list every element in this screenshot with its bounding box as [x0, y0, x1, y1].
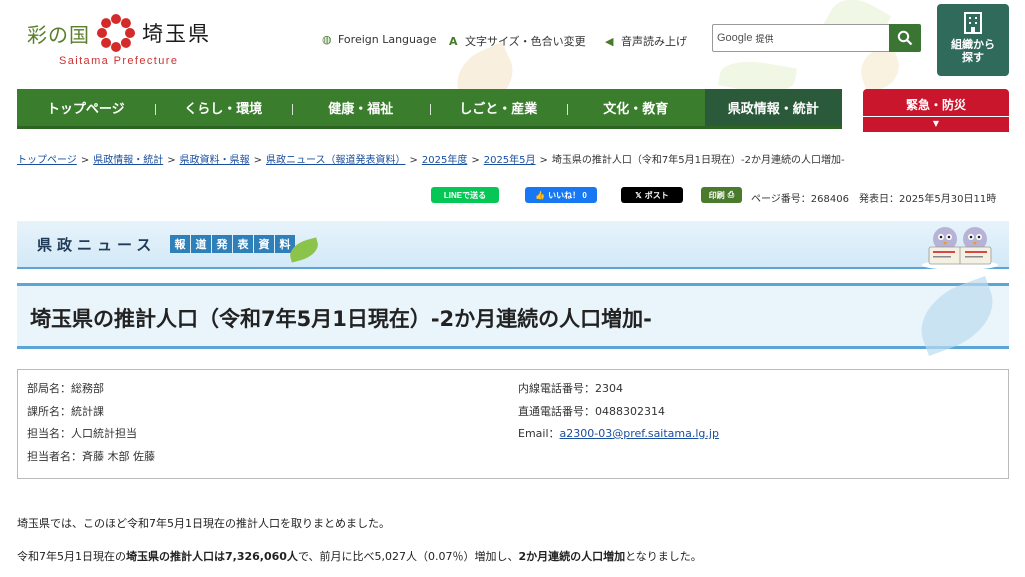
emergency-disaster-button[interactable]: 緊急・防災 ▼ [863, 89, 1009, 132]
print-icon: ⎙ [727, 190, 735, 199]
nav-top[interactable]: トップページ [17, 89, 155, 126]
text-size-color-link[interactable]: A 文字サイズ・色合い変更 [449, 33, 586, 49]
breadcrumb-link[interactable]: 県政ニュース（報道発表資料） [266, 155, 406, 166]
summary-text: となりました。 [625, 550, 702, 563]
foreign-language-label: Foreign Language [338, 33, 437, 46]
nav-health-welfare[interactable]: 健康・福祉 [292, 89, 430, 126]
site-logo[interactable]: 彩の国 埼玉県 Saitama Prefecture [27, 11, 227, 73]
breadcrumb-current: 埼玉県の推計人口（令和7年5月1日現在）-2か月連続の人口増加- [551, 155, 845, 166]
search-placeholder: 提供 [755, 34, 774, 45]
globe-icon: ◍ [322, 33, 332, 46]
extension-phone-text: 内線電話番号：2304 [518, 382, 623, 395]
saitama-emblem-icon [97, 14, 135, 52]
breadcrumb-link[interactable]: 県政情報・統計 [93, 155, 163, 166]
email-row: Email：a2300-03@pref.saitama.lg.jp [518, 423, 719, 446]
foreign-language-link[interactable]: ◍ Foreign Language [322, 33, 437, 46]
search-button[interactable] [889, 24, 921, 52]
text-size-color-label: 文字サイズ・色合い変更 [465, 35, 586, 48]
building-icon [964, 12, 982, 34]
search-icon [897, 30, 913, 46]
line-share-button[interactable]: LINEで送る [431, 187, 499, 203]
line-share-label: LINEで送る [443, 190, 487, 200]
breadcrumb-link[interactable]: 2025年度 [422, 155, 467, 166]
intro-paragraph: 埼玉県では、このほど令和7年5月1日現在の推計人口を取りまとめました。 [17, 517, 390, 530]
org-button-line1: 組織から [951, 38, 995, 51]
speaker-icon: ◀ [605, 34, 614, 48]
breadcrumb: トップページ > 県政情報・統計 > 県政資料・県報 > 県政ニュース（報道発表資料） >20… [17, 155, 845, 166]
site-search: Google 提供 [712, 24, 921, 52]
tag-char: 道 [191, 235, 211, 253]
contact-info-box: 部局名：総務部 課所名：統計課 担当名：人口統計担当 担当者名：斉藤 木部 佐藤… [17, 369, 1009, 479]
x-logo-icon: 𝕏 [635, 190, 642, 200]
page-info: ページ番号：268406 発表日：2025年5月30日11時 [751, 194, 997, 205]
logo-sai-text: 彩の国 [27, 22, 90, 47]
decorative-leaf [909, 276, 1005, 356]
logo-ken-text: 埼玉県 [142, 22, 211, 46]
tag-char: 資 [254, 235, 274, 253]
press-release-tag: 報 道 発 表 資 料 [170, 235, 295, 253]
tag-char: 発 [212, 235, 232, 253]
nav-living-environment[interactable]: くらし・環境 [154, 89, 293, 126]
x-post-button[interactable]: 𝕏 ポスト [621, 187, 683, 203]
print-label: 印刷 [708, 190, 725, 200]
page-title: 埼玉県の推計人口（令和7年5月1日現在）-2か月連続の人口増加- [30, 307, 652, 331]
breadcrumb-link[interactable]: 2025年5月 [484, 155, 536, 166]
chevron-down-icon: ▼ [932, 119, 940, 128]
read-aloud-label: 音声読み上げ [621, 35, 687, 48]
nav-culture-education[interactable]: 文化・教育 [567, 89, 705, 126]
emergency-label: 緊急・防災 [863, 89, 1009, 117]
tag-char: 報 [170, 235, 190, 253]
global-nav: トップページ くらし・環境 健康・福祉 しごと・産業 文化・教育 県政情報・統計 [17, 89, 842, 129]
news-banner: 県政ニュース 報 道 発 表 資 料 [17, 221, 1009, 270]
x-post-label: ポスト [644, 190, 669, 200]
print-button[interactable]: 印刷 ⎙ [701, 187, 742, 203]
department-text: 部局名：総務部 [27, 382, 104, 395]
read-aloud-link[interactable]: ◀ 音声読み上げ [605, 33, 687, 49]
mascot-reading-newspaper-icon [922, 227, 998, 270]
org-button-line2: 探す [962, 51, 984, 64]
text-size-icon: A [449, 34, 458, 48]
nav-prefectural-info-statistics[interactable]: 県政情報・統計 [704, 89, 842, 126]
staff-text: 担当者名：斉藤 木部 佐藤 [27, 449, 155, 463]
email-link[interactable]: a2300-03@pref.saitama.lg.jp [560, 427, 719, 440]
page-title-box: 埼玉県の推計人口（令和7年5月1日現在）-2か月連続の人口増加- [17, 276, 1009, 356]
breadcrumb-link[interactable]: トップページ [17, 155, 77, 166]
google-brand: Google [717, 32, 753, 44]
email-label: Email： [518, 427, 560, 440]
population-highlight: 埼玉県の推計人口は7,326,060人 [126, 550, 298, 563]
logo-english-text: Saitama Prefecture [59, 55, 179, 67]
facebook-like-button[interactable]: 👍 いいね！ 0 [525, 187, 597, 203]
summary-text: で、前月に比べ5,027人（0.07％）増加し、 [297, 550, 519, 563]
search-by-organization-button[interactable]: 組織から 探す [937, 4, 1009, 76]
search-input[interactable]: Google 提供 [712, 24, 890, 52]
summary-text: 令和7年5月1日現在の [17, 550, 126, 563]
increase-highlight: 2か月連続の人口増加 [518, 550, 626, 563]
news-banner-title: 県政ニュース [37, 236, 157, 254]
facebook-like-label: いいね！ 0 [548, 190, 587, 200]
nav-work-industry[interactable]: しごと・産業 [429, 89, 568, 126]
direct-phone-text: 直通電話番号：0488302314 [518, 404, 665, 418]
summary-paragraph: 令和7年5月1日現在の埼玉県の推計人口は7,326,060人で、前月に比べ5,0… [17, 548, 702, 564]
thumbs-up-icon: 👍 [535, 190, 546, 200]
breadcrumb-link[interactable]: 県政資料・県報 [180, 155, 250, 166]
section-text: 担当名：人口統計担当 [27, 427, 137, 440]
division-text: 課所名：統計課 [27, 404, 104, 418]
tag-char: 表 [233, 235, 253, 253]
